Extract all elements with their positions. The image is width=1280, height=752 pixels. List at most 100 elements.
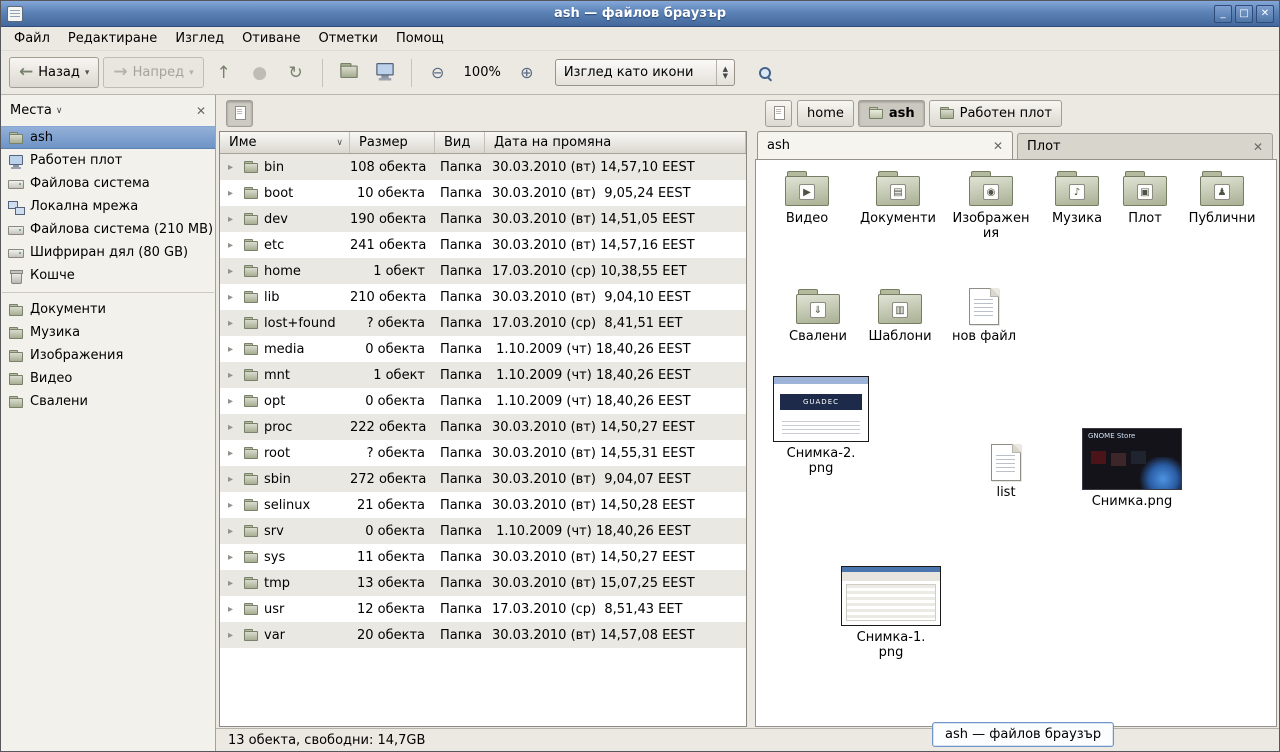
places-close-icon[interactable]: ✕: [196, 104, 206, 118]
computer-button[interactable]: [369, 57, 401, 88]
tree-row[interactable]: ▸ lib 210 обекта Папка 30.03.2010 (вт) 9…: [220, 284, 746, 310]
expander-icon[interactable]: ▸: [228, 240, 238, 251]
icon-view-item[interactable]: нов файл: [942, 288, 1026, 344]
icon-view-item[interactable]: ▣ Плот: [1114, 170, 1176, 226]
place-item[interactable]: Кошче: [1, 264, 215, 287]
up-button[interactable]: ↑: [208, 57, 240, 88]
icon-view-item[interactable]: ▤ Документи: [850, 170, 946, 226]
expander-icon[interactable]: ▸: [228, 578, 238, 589]
home-button[interactable]: [333, 57, 365, 88]
menubar-item[interactable]: Отиване: [233, 27, 309, 50]
expander-icon[interactable]: ▸: [228, 188, 238, 199]
places-chevron-icon[interactable]: ∨: [56, 106, 63, 116]
place-item[interactable]: Документи: [1, 298, 215, 321]
icon-view-item[interactable]: ▥ Шаблони: [860, 288, 940, 344]
place-item[interactable]: Изображения: [1, 344, 215, 367]
icon-view-item[interactable]: ▶ Видео: [768, 170, 846, 226]
pathbar-folder-icon: [939, 105, 955, 121]
tree-row[interactable]: ▸ var 20 обекта Папка 30.03.2010 (вт) 14…: [220, 622, 746, 648]
tree-row[interactable]: ▸ mnt 1 обект Папка 1.10.2009 (чт) 18,40…: [220, 362, 746, 388]
pathbar-button[interactable]: ash: [858, 100, 925, 127]
tree-row[interactable]: ▸ media 0 обекта Папка 1.10.2009 (чт) 18…: [220, 336, 746, 362]
menubar-item[interactable]: Редактиране: [59, 27, 166, 50]
tree-row[interactable]: ▸ proc 222 обекта Папка 30.03.2010 (вт) …: [220, 414, 746, 440]
expander-icon[interactable]: ▸: [228, 604, 238, 615]
pathbar-root-button[interactable]: [226, 100, 253, 127]
tree-row[interactable]: ▸ lost+found ? обекта Папка 17.03.2010 (…: [220, 310, 746, 336]
expander-icon[interactable]: ▸: [228, 474, 238, 485]
zoom-out-button[interactable]: ⊖: [422, 57, 454, 88]
tree-row[interactable]: ▸ selinux 21 обекта Папка 30.03.2010 (вт…: [220, 492, 746, 518]
place-item[interactable]: Видео: [1, 367, 215, 390]
stop-button[interactable]: ●: [244, 57, 276, 88]
pathbar-root-button[interactable]: [765, 100, 792, 127]
close-button[interactable]: ✕: [1256, 5, 1274, 23]
place-item[interactable]: Файлова система: [1, 172, 215, 195]
icon-view-item[interactable]: ♟ Публични: [1180, 170, 1264, 226]
place-item[interactable]: Локална мрежа: [1, 195, 215, 218]
expander-icon[interactable]: ▸: [228, 500, 238, 511]
icon-view-item[interactable]: GUADEC GUADEC Снимка-2. png: [768, 376, 874, 476]
column-header-date[interactable]: Дата на промяна: [485, 132, 746, 153]
column-header-type[interactable]: Вид: [435, 132, 485, 153]
icon-view-item[interactable]: Снимка-1. png: [834, 566, 948, 660]
icon-view-item[interactable]: list: [972, 444, 1040, 500]
column-header-size[interactable]: Размер: [350, 132, 435, 153]
tree-row[interactable]: ▸ bin 108 обекта Папка 30.03.2010 (вт) 1…: [220, 154, 746, 180]
place-item[interactable]: Шифриран дял (80 GB): [1, 241, 215, 264]
tree-row[interactable]: ▸ etc 241 обекта Папка 30.03.2010 (вт) 1…: [220, 232, 746, 258]
menubar-item[interactable]: Отметки: [309, 27, 386, 50]
icon-view-item[interactable]: ♪ Музика: [1040, 170, 1114, 226]
tree-row[interactable]: ▸ home 1 обект Папка 17.03.2010 (ср) 10,…: [220, 258, 746, 284]
expander-icon[interactable]: ▸: [228, 292, 238, 303]
view-mode-select[interactable]: Изглед като икони ▲▼: [555, 59, 735, 86]
tree-row[interactable]: ▸ root ? обекта Папка 30.03.2010 (вт) 14…: [220, 440, 746, 466]
tab[interactable]: Плот ✕: [1017, 133, 1273, 159]
expander-icon[interactable]: ▸: [228, 396, 238, 407]
menubar-item[interactable]: Файл: [5, 27, 59, 50]
tree-row[interactable]: ▸ sys 11 обекта Папка 30.03.2010 (вт) 14…: [220, 544, 746, 570]
expander-icon[interactable]: ▸: [228, 422, 238, 433]
expander-icon[interactable]: ▸: [228, 344, 238, 355]
tree-row[interactable]: ▸ usr 12 обекта Папка 17.03.2010 (ср) 8,…: [220, 596, 746, 622]
place-item[interactable]: Файлова система (210 MB): [1, 218, 215, 241]
zoom-in-button[interactable]: ⊕: [511, 57, 543, 88]
pathbar-button[interactable]: Работен плот: [929, 100, 1062, 127]
pathbar-button[interactable]: home: [797, 100, 854, 127]
place-item[interactable]: Свалени: [1, 390, 215, 413]
forward-button[interactable]: → Напред ▾: [103, 57, 203, 88]
place-item[interactable]: Музика: [1, 321, 215, 344]
icon-view-item[interactable]: GNOME Store GNOME Store Снимка.png: [1076, 428, 1188, 509]
maximize-button[interactable]: □: [1235, 5, 1253, 23]
tab-close-icon[interactable]: ✕: [1245, 140, 1263, 154]
column-header-name[interactable]: Име ∨: [220, 132, 350, 153]
icon-view-item[interactable]: ◉ Изображен ия: [952, 170, 1030, 241]
tree-row[interactable]: ▸ sbin 272 обекта Папка 30.03.2010 (вт) …: [220, 466, 746, 492]
menubar-item[interactable]: Изглед: [166, 27, 233, 50]
back-history-dropdown-icon[interactable]: ▾: [85, 68, 90, 78]
place-item[interactable]: Работен плот: [1, 149, 215, 172]
tab-close-icon[interactable]: ✕: [985, 139, 1003, 153]
tree-row[interactable]: ▸ srv 0 обекта Папка 1.10.2009 (чт) 18,4…: [220, 518, 746, 544]
tab[interactable]: ash ✕: [757, 131, 1013, 159]
expander-icon[interactable]: ▸: [228, 214, 238, 225]
tree-row[interactable]: ▸ opt 0 обекта Папка 1.10.2009 (чт) 18,4…: [220, 388, 746, 414]
expander-icon[interactable]: ▸: [228, 370, 238, 381]
tree-row[interactable]: ▸ dev 190 обекта Папка 30.03.2010 (вт) 1…: [220, 206, 746, 232]
expander-icon[interactable]: ▸: [228, 162, 238, 173]
search-button[interactable]: [749, 57, 781, 88]
expander-icon[interactable]: ▸: [228, 526, 238, 537]
expander-icon[interactable]: ▸: [228, 318, 238, 329]
tree-row[interactable]: ▸ tmp 13 обекта Папка 30.03.2010 (вт) 15…: [220, 570, 746, 596]
place-item[interactable]: ash: [1, 126, 215, 149]
menubar-item[interactable]: Помощ: [387, 27, 453, 50]
icon-view-item[interactable]: ⇓ Свалени: [778, 288, 858, 344]
expander-icon[interactable]: ▸: [228, 448, 238, 459]
tree-row[interactable]: ▸ boot 10 обекта Папка 30.03.2010 (вт) 9…: [220, 180, 746, 206]
minimize-button[interactable]: _: [1214, 5, 1232, 23]
back-button[interactable]: ← Назад ▾: [9, 57, 99, 88]
reload-button[interactable]: ↻: [280, 57, 312, 88]
expander-icon[interactable]: ▸: [228, 266, 238, 277]
expander-icon[interactable]: ▸: [228, 630, 238, 641]
expander-icon[interactable]: ▸: [228, 552, 238, 563]
